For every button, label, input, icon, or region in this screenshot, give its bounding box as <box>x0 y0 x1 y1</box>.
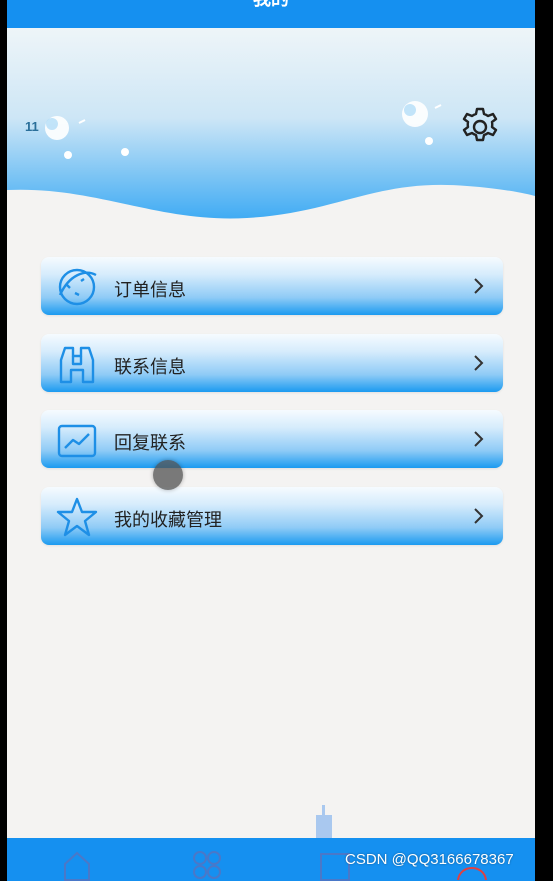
status-number: 11 <box>25 119 39 134</box>
tab-home[interactable] <box>57 844 97 881</box>
chart-icon <box>55 418 99 462</box>
menu-item-reply-contact[interactable]: 回复联系 <box>41 410 503 468</box>
menu-label: 回复联系 <box>114 433 186 454</box>
grid-icon <box>193 851 221 879</box>
chevron-right-icon <box>473 430 485 448</box>
gear-icon[interactable] <box>459 106 501 148</box>
menu-item-my-favorites[interactable]: 我的收藏管理 <box>41 487 503 545</box>
profile-header-banner <box>7 28 535 228</box>
tab-category[interactable] <box>187 844 227 881</box>
top-nav-bar: 我的 <box>7 0 535 28</box>
chevron-right-icon <box>473 354 485 372</box>
menu-label: 订单信息 <box>114 280 186 301</box>
planet-icon <box>55 265 99 309</box>
watermark-text: CSDN @QQ3166678367 <box>345 851 514 868</box>
menu-label: 我的收藏管理 <box>114 510 222 531</box>
menu-label: 联系信息 <box>114 357 186 378</box>
phone-screen: 我的 <box>7 0 535 881</box>
star-icon <box>55 495 99 539</box>
home-icon <box>64 851 90 881</box>
menu-item-order-info[interactable]: 订单信息 <box>41 257 503 315</box>
wave-background <box>7 28 535 228</box>
page-title: 我的 <box>7 0 535 8</box>
chevron-right-icon <box>473 507 485 525</box>
touch-cursor-indicator <box>153 460 183 490</box>
chevron-right-icon <box>473 277 485 295</box>
menu-item-contact-info[interactable]: 联系信息 <box>41 334 503 392</box>
binoculars-icon <box>55 342 99 386</box>
